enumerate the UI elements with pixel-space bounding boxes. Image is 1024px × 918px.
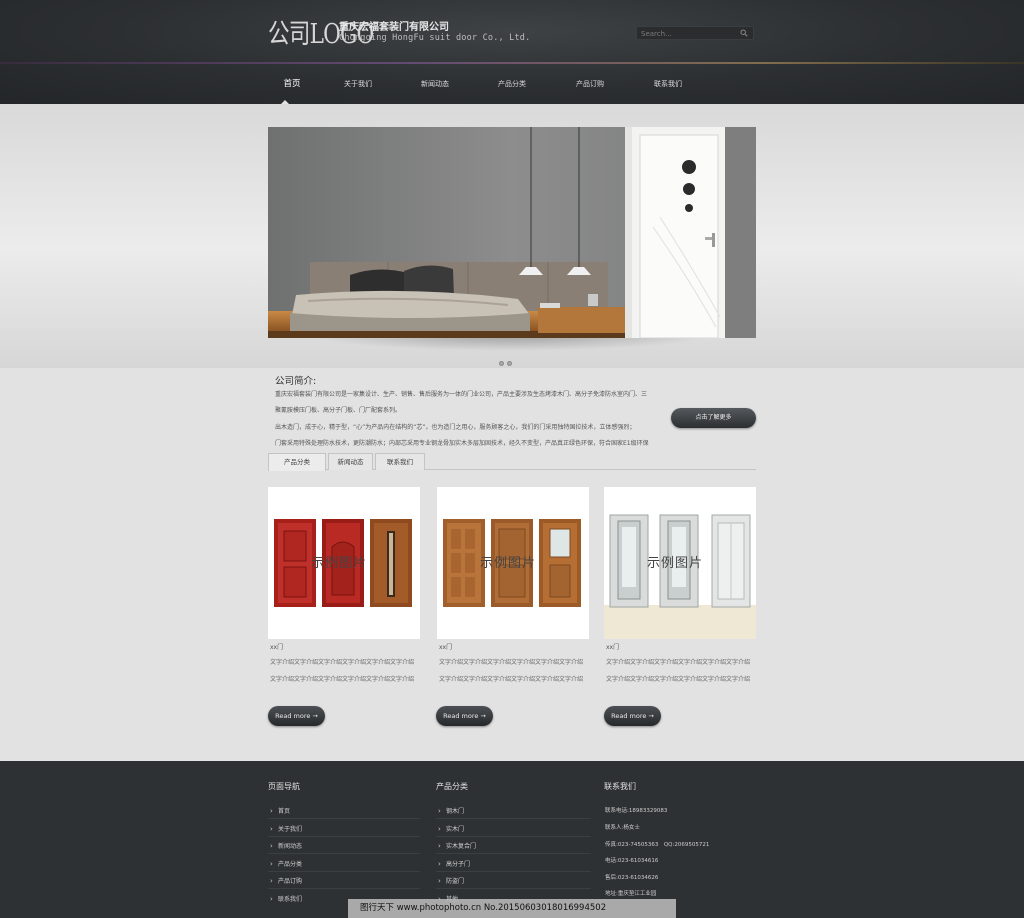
tab-product-categories[interactable]: 产品分类 <box>268 453 326 471</box>
intro-paragraph: 重庆宏福套装门有限公司是一家集设计、生产、销售、售后服务为一体的门业公司，产品主… <box>275 391 648 398</box>
divider <box>436 836 591 837</box>
product-description: 文字介绍文字介绍文字介绍文字介绍文字介绍文字介绍 <box>606 676 751 683</box>
product-name[interactable]: xx门 <box>270 642 283 651</box>
intro-paragraph: 聚氰胺模压门板、高分子门板、门厂配套系列。 <box>275 407 402 414</box>
divider <box>268 888 420 889</box>
contact-line: 传真:023-74505363 QQ:2069505721 <box>605 842 710 848</box>
product-name[interactable]: xx门 <box>606 642 619 651</box>
divider <box>436 818 591 819</box>
read-more-button[interactable]: Read more → <box>604 706 661 726</box>
sample-image-label: 示例图片 <box>311 556 368 571</box>
intro-paragraph: 门套采用特殊处理防水技术，更防潮防水；内部芯采用专业钢龙骨加实木多层加固技术，经… <box>275 440 649 447</box>
chevron-right-icon: › <box>270 877 273 885</box>
main-nav: 首页 关于我们 新闻动态 产品分类 产品订购 联系我们 <box>268 70 728 98</box>
chevron-right-icon: › <box>438 860 441 868</box>
divider <box>436 853 591 854</box>
contact-line: 联系电话:18983329083 <box>605 808 668 814</box>
read-more-button[interactable]: Read more → <box>268 706 325 726</box>
chevron-right-icon: › <box>438 825 441 833</box>
search-box <box>636 26 754 40</box>
divider <box>436 871 591 872</box>
search-icon[interactable] <box>740 29 748 37</box>
banner-pagination <box>499 351 515 370</box>
product-description: 文字介绍文字介绍文字介绍文字介绍文字介绍文字介绍 <box>439 659 584 666</box>
chevron-right-icon: › <box>438 877 441 885</box>
divider <box>268 871 420 872</box>
intro-paragraph: 出木造门，成于心，精于型，“心”为产品内在结构的“芯”，也为造门之用心，服务顾客… <box>275 424 636 431</box>
contact-line: 电话:023-61034616 <box>605 858 659 864</box>
chevron-right-icon: › <box>270 807 273 815</box>
chevron-right-icon: › <box>270 860 273 868</box>
contact-line: 地址:重庆垫江工业园 <box>605 891 657 897</box>
nav-item-about[interactable]: 关于我们 <box>334 70 382 98</box>
footer-contact-title: 联系我们 <box>604 782 636 791</box>
banner-dot-1[interactable] <box>499 361 504 366</box>
hero-banner-image[interactable] <box>268 127 756 338</box>
watermark: 图行天下 www.photophoto.cn No.20150603018016… <box>348 899 676 918</box>
sample-image-label: 示例图片 <box>647 556 704 571</box>
product-description: 文字介绍文字介绍文字介绍文字介绍文字介绍文字介绍 <box>270 676 415 683</box>
chevron-right-icon: › <box>438 842 441 850</box>
footer-nav-title: 页面导航 <box>268 782 300 791</box>
banner-dot-2[interactable] <box>507 361 512 366</box>
footer-nav-item[interactable]: › 联系我们 <box>270 892 302 909</box>
tab-contact[interactable]: 联系我们 <box>375 453 425 470</box>
nav-item-contact[interactable]: 联系我们 <box>644 70 692 98</box>
divider <box>268 853 420 854</box>
learn-more-button[interactable]: 点击了解更多 <box>671 408 756 428</box>
contact-line: 售后:023-61034626 <box>605 875 659 881</box>
product-description: 文字介绍文字介绍文字介绍文字介绍文字介绍文字介绍 <box>439 676 584 683</box>
footer-category-title: 产品分类 <box>436 782 468 791</box>
divider <box>436 888 591 889</box>
divider <box>268 836 420 837</box>
nav-item-order[interactable]: 产品订购 <box>566 70 614 98</box>
nav-item-news[interactable]: 新闻动态 <box>411 70 459 98</box>
chevron-right-icon: › <box>270 895 273 903</box>
divider <box>268 818 420 819</box>
nav-item-home[interactable]: 首页 <box>268 70 316 98</box>
content-tabs: 产品分类 新闻动态 联系我们 <box>268 453 756 471</box>
header-divider <box>0 62 1024 64</box>
sample-image-label: 示例图片 <box>480 556 537 571</box>
product-description: 文字介绍文字介绍文字介绍文字介绍文字介绍文字介绍 <box>270 659 415 666</box>
company-name-en: Chongqing HongFu suit door Co., Ltd. <box>339 33 531 43</box>
search-input[interactable] <box>641 28 737 39</box>
product-name[interactable]: xx门 <box>439 642 452 651</box>
tab-news[interactable]: 新闻动态 <box>328 453 373 470</box>
intro-title: 公司简介: <box>275 376 317 387</box>
site-footer <box>0 761 1024 918</box>
read-more-button[interactable]: Read more → <box>436 706 493 726</box>
chevron-right-icon: › <box>270 825 273 833</box>
chevron-right-icon: › <box>438 807 441 815</box>
contact-line: 联系人:杨女士 <box>605 825 640 831</box>
product-description: 文字介绍文字介绍文字介绍文字介绍文字介绍文字介绍 <box>606 659 751 666</box>
company-name-cn: 重庆宏福套装门有限公司 <box>339 22 449 33</box>
nav-item-products[interactable]: 产品分类 <box>488 70 536 98</box>
chevron-right-icon: › <box>270 842 273 850</box>
